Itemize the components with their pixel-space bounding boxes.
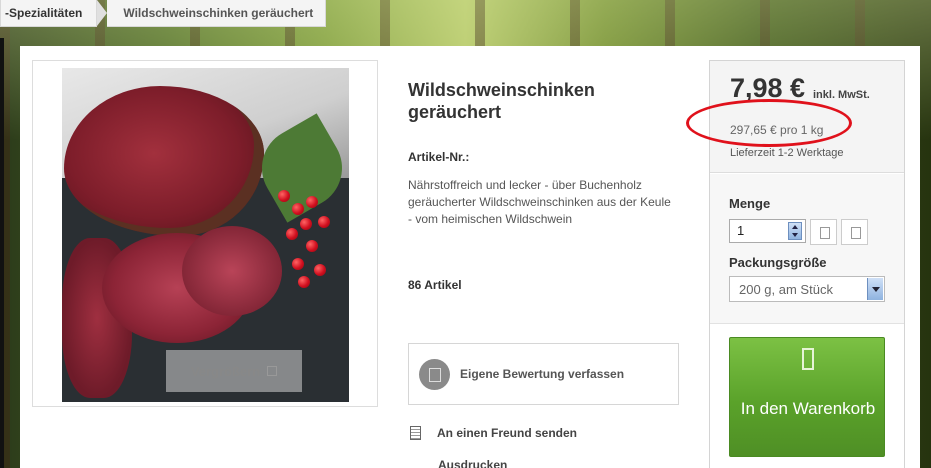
stock-count: 86 Artikel — [408, 278, 462, 292]
product-description: Nährstoffreich und lecker - über Buchenh… — [408, 178, 671, 226]
photo-berry — [300, 218, 312, 230]
delivery-time: Lieferzeit 1-2 Werktage — [730, 147, 844, 159]
page-edge — [0, 38, 4, 468]
annotation-ellipse — [686, 99, 852, 147]
zoom-icon — [267, 366, 278, 376]
photo-berry — [306, 240, 318, 252]
product-image-frame: Vergrößern — [32, 60, 378, 407]
photo-berry — [306, 196, 318, 208]
quantity-increase-button[interactable] — [841, 219, 868, 245]
write-review-label: Eigene Bewertung verfassen — [460, 367, 625, 381]
write-review-button[interactable]: Eigene Bewertung verfassen — [408, 343, 679, 405]
photo-berry — [292, 258, 304, 270]
article-number-label: Artikel-Nr.: — [408, 150, 470, 164]
product-title: Wildschweinschinken geräuchert — [408, 80, 595, 122]
quantity-decrease-button[interactable] — [810, 219, 837, 245]
product-image[interactable]: Vergrößern — [62, 68, 349, 402]
photo-berry — [292, 203, 304, 215]
send-to-friend-link[interactable]: An einen Freund senden — [410, 426, 577, 440]
quantity-spinner[interactable] — [788, 222, 802, 240]
photo-berry — [298, 276, 310, 288]
print-link[interactable]: Ausdrucken — [438, 458, 507, 468]
buy-box: 7,98 € inkl. MwSt. 297,65 € pro 1 kg Lie… — [686, 60, 905, 468]
mail-icon — [410, 426, 421, 440]
zoom-button-label: Vergrößern — [190, 363, 261, 379]
send-to-friend-label: An einen Freund senden — [437, 426, 578, 440]
breadcrumb-item-current: Wildschweinschinken geräuchert — [107, 0, 327, 27]
photo-berry — [314, 264, 326, 276]
photo-slice — [182, 226, 282, 316]
breadcrumb-separator — [97, 0, 108, 26]
photo-berry — [278, 190, 290, 202]
photo-berry — [318, 216, 330, 228]
zoom-button[interactable]: Vergrößern — [166, 350, 302, 392]
add-to-cart-button[interactable]: In den Warenkorb — [729, 337, 885, 457]
price-area: 7,98 € inkl. MwSt. 297,65 € pro 1 kg Lie… — [686, 61, 904, 173]
product-detail-panel: Vergrößern Wildschweinschinken geräucher… — [20, 46, 920, 468]
chevron-down-icon — [867, 278, 883, 300]
cart-icon — [802, 348, 814, 370]
package-size-label: Packungsgröße — [729, 255, 827, 270]
review-icon — [419, 358, 450, 390]
quantity-label: Menge — [729, 196, 771, 211]
package-size-select[interactable]: 200 g, am Stück — [729, 276, 885, 302]
breadcrumb-item-category[interactable]: -Spezialitäten — [0, 0, 98, 27]
package-size-value: 200 g, am Stück — [739, 282, 833, 297]
purchase-options: Menge 1 Packungsgröße 200 g, am Stück — [710, 174, 904, 324]
add-to-cart-label: In den Warenkorb — [740, 399, 876, 418]
photo-ham — [64, 86, 264, 236]
photo-berry — [286, 228, 298, 240]
price-tax-note: inkl. MwSt. — [813, 89, 870, 101]
breadcrumb: -Spezialitäten Wildschweinschinken geräu… — [0, 0, 327, 27]
